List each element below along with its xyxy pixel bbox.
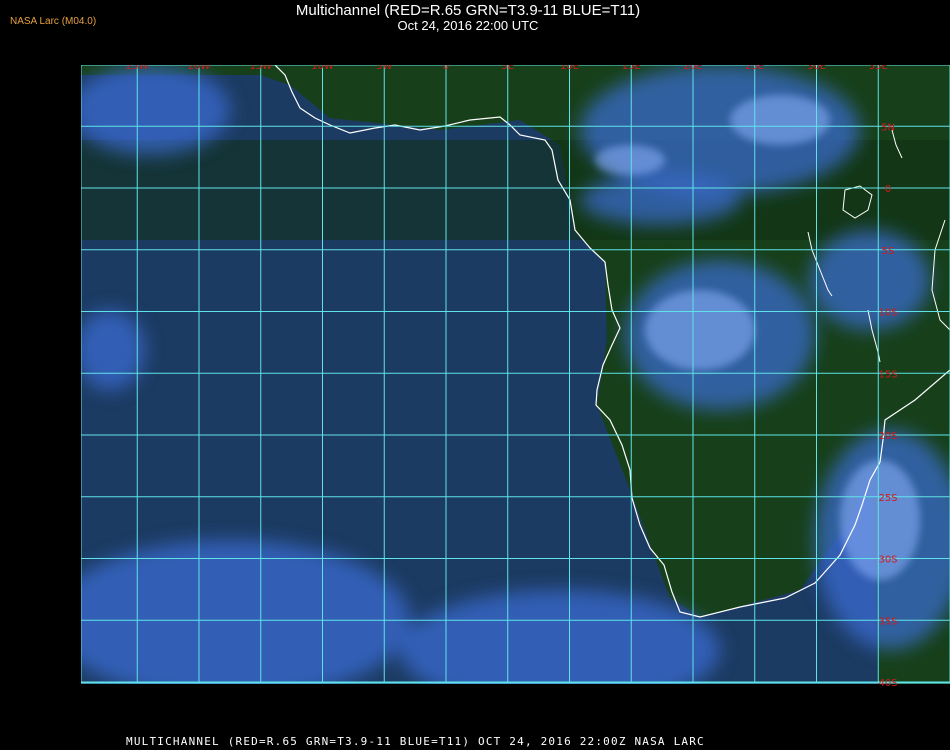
longitude-label: 10W (311, 61, 334, 72)
latitude-label: 35S (878, 616, 897, 627)
latitude-label: 15S (878, 369, 897, 380)
latitude-label: 0 (885, 184, 891, 195)
bottom-strip (81, 684, 950, 727)
cloud-mass-gabon (580, 175, 740, 225)
longitude-label: 20E (683, 61, 702, 72)
latitude-label: 10S (878, 308, 897, 319)
cloud-mass-east (810, 230, 930, 330)
cloud-mass-w (81, 310, 145, 390)
latitude-label: 5S (882, 246, 895, 257)
cloud-top (595, 145, 665, 175)
latitude-label: 30S (878, 555, 897, 566)
longitude-label: 20W (188, 61, 211, 72)
longitude-label: 25W (126, 61, 149, 72)
longitude-label: 15W (249, 61, 272, 72)
longitude-label: 35E (869, 61, 888, 72)
longitude-label: 15E (622, 61, 641, 72)
longitude-label: 5E (501, 61, 514, 72)
longitude-label: 10E (560, 61, 579, 72)
longitude-label: 5W (376, 61, 392, 72)
cloud-top (645, 290, 755, 370)
latitude-label: 20S (878, 431, 897, 442)
longitude-label: 0 (443, 61, 449, 72)
longitude-label: 30E (807, 61, 826, 72)
image-panel: 25W 20W 15W 10W 5W 0 5E 10E 15E 20E 25E 30E 35E 5N 0 5… (81, 61, 950, 727)
latitude-label: 25S (878, 493, 897, 504)
cloud-top (730, 95, 830, 145)
cloud-mass-nw (81, 65, 230, 155)
latitude-label: 5N (881, 122, 895, 133)
longitude-label: 25E (745, 61, 764, 72)
satellite-map[interactable]: 25W 20W 15W 10W 5W 0 5E 10E 15E 20E 25E 30E 35E 5N 0 5… (0, 0, 950, 750)
latitude-label: 40S (878, 678, 897, 689)
footer-caption: MULTICHANNEL (RED=R.65 GRN=T3.9-11 BLUE=… (126, 735, 705, 748)
